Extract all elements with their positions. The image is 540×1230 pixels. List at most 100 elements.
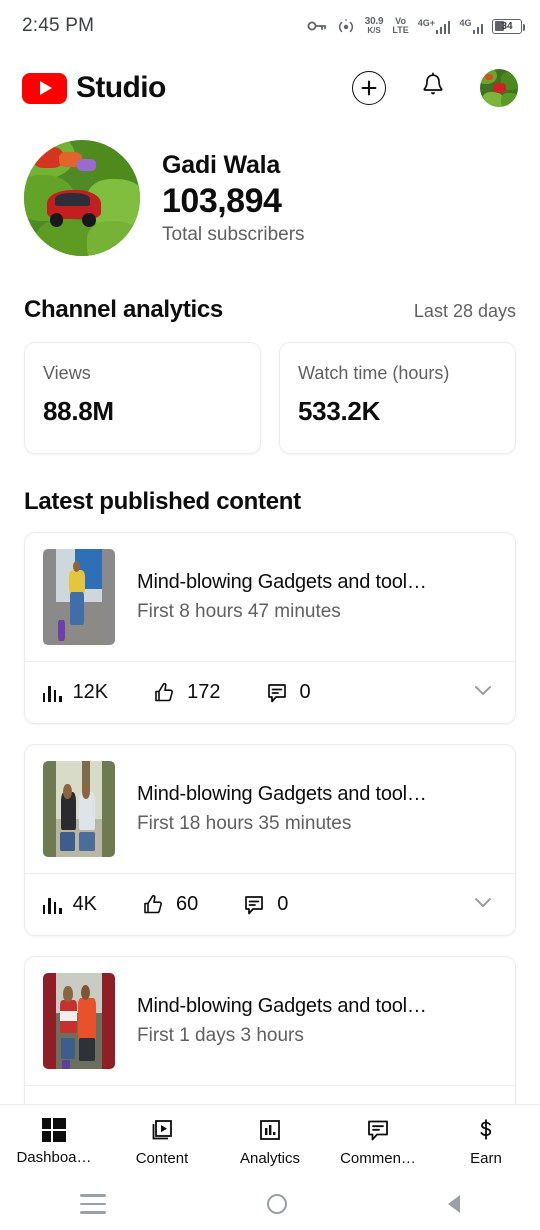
likes-count: 60 bbox=[176, 893, 199, 915]
nav-label: Content bbox=[135, 1149, 189, 1167]
analytics-title: Channel analytics bbox=[24, 296, 223, 323]
metric-label: Views bbox=[43, 363, 91, 383]
stat-views: 12K bbox=[43, 681, 108, 704]
battery-level: 34 bbox=[501, 20, 513, 32]
video-stats-row: 12K 172 0 bbox=[25, 661, 515, 723]
app-bar-actions bbox=[352, 69, 518, 107]
recents-icon[interactable] bbox=[80, 1194, 107, 1214]
nav-item-dashboard[interactable]: Dashboa… bbox=[0, 1117, 108, 1166]
video-stats-row: 4K 60 0 bbox=[25, 873, 515, 935]
video-text: Mind-blowing Gadgets and tool… First 1 d… bbox=[137, 995, 497, 1047]
video-subtitle: First 1 days 3 hours bbox=[137, 1025, 304, 1046]
nav-label: Dashboa… bbox=[16, 1148, 92, 1166]
chevron-down-icon[interactable] bbox=[469, 676, 497, 709]
dashboard-grid-icon bbox=[42, 1117, 66, 1142]
nav-item-earn[interactable]: Earn bbox=[432, 1117, 540, 1167]
video-content-icon bbox=[152, 1119, 172, 1139]
brand-label: Studio bbox=[76, 71, 166, 104]
back-triangle-icon[interactable] bbox=[447, 1195, 460, 1213]
comment-icon bbox=[267, 683, 286, 702]
hotspot-icon bbox=[336, 18, 356, 34]
network-type-2: 4G bbox=[459, 17, 472, 28]
channel-avatar-art bbox=[24, 140, 140, 256]
avatar-art bbox=[480, 69, 518, 107]
video-thumbnail[interactable] bbox=[43, 973, 115, 1069]
data-speed-icon: 30.9 K/S bbox=[365, 17, 384, 35]
nav-label: Commen… bbox=[340, 1149, 416, 1167]
nav-label: Analytics bbox=[239, 1149, 301, 1167]
signal-icon-secondary: 4G bbox=[459, 17, 483, 34]
video-thumbnail[interactable] bbox=[43, 549, 115, 645]
video-card-main[interactable]: Mind-blowing Gadgets and tool… First 18 … bbox=[25, 745, 515, 873]
analytics-bar-icon bbox=[260, 1119, 280, 1140]
youtube-logo-icon bbox=[22, 72, 67, 104]
video-text: Mind-blowing Gadgets and tool… First 8 h… bbox=[137, 571, 497, 623]
home-circle-icon[interactable] bbox=[266, 1194, 287, 1214]
nav-item-analytics[interactable]: Analytics bbox=[216, 1117, 324, 1167]
channel-avatar[interactable] bbox=[24, 140, 140, 256]
video-title: Mind-blowing Gadgets and tool… bbox=[137, 995, 427, 1017]
studio-brand[interactable]: Studio bbox=[22, 71, 166, 105]
bar-chart-icon bbox=[43, 683, 62, 702]
network-type-1: 4G+ bbox=[417, 17, 435, 28]
analytics-metrics: Views 88.8M Watch time (hours) 533.2K bbox=[0, 324, 540, 454]
video-text: Mind-blowing Gadgets and tool… First 18 … bbox=[137, 783, 497, 835]
signal-bars bbox=[472, 21, 483, 34]
metric-label: Watch time (hours) bbox=[298, 363, 450, 383]
stat-comments: 0 bbox=[265, 681, 311, 705]
volte-icon: Vo LTE bbox=[392, 16, 409, 36]
signal-icon-primary: 4G+ bbox=[417, 17, 451, 34]
bell-icon[interactable] bbox=[420, 72, 446, 105]
stat-likes: 60 bbox=[141, 893, 198, 917]
channel-name: Gadi Wala bbox=[162, 150, 281, 179]
dollar-icon bbox=[480, 1118, 492, 1140]
comments-count: 0 bbox=[277, 893, 289, 915]
views-count: 12K bbox=[72, 681, 109, 703]
metric-card-watch-time[interactable]: Watch time (hours) 533.2K bbox=[279, 342, 516, 454]
video-subtitle: First 8 hours 47 minutes bbox=[137, 601, 341, 622]
status-bar: 2:45 PM 30.9 K/S Vo LTE 4G+ 4G 34 bbox=[0, 0, 540, 52]
metric-card-views[interactable]: Views 88.8M bbox=[24, 342, 261, 454]
video-card-main[interactable]: Mind-blowing Gadgets and tool… First 1 d… bbox=[25, 957, 515, 1085]
metric-value: 88.8M bbox=[43, 396, 114, 426]
comment-icon bbox=[245, 895, 264, 914]
video-card-main[interactable]: Mind-blowing Gadgets and tool… First 8 h… bbox=[25, 533, 515, 661]
video-card-list: Mind-blowing Gadgets and tool… First 8 h… bbox=[0, 516, 540, 1148]
nav-label: Earn bbox=[470, 1149, 502, 1167]
bottom-navigation: Dashboa… Content Analytics Commen… Earn bbox=[0, 1104, 540, 1178]
vpn-key-icon bbox=[307, 19, 327, 33]
latest-content-title: Latest published content bbox=[24, 488, 301, 515]
subscriber-count: 103,894 bbox=[162, 181, 282, 220]
plus-circle-icon[interactable] bbox=[352, 71, 386, 105]
nav-item-comments[interactable]: Commen… bbox=[324, 1117, 432, 1167]
thumbs-up-icon bbox=[155, 682, 174, 701]
thumbnail-art bbox=[56, 973, 102, 1069]
account-avatar[interactable] bbox=[480, 69, 518, 107]
video-card[interactable]: Mind-blowing Gadgets and tool… First 18 … bbox=[24, 744, 516, 936]
video-card[interactable]: Mind-blowing Gadgets and tool… First 8 h… bbox=[24, 532, 516, 724]
app-bar: Studio bbox=[0, 52, 540, 124]
comment-icon bbox=[368, 1120, 388, 1140]
nav-item-content[interactable]: Content bbox=[108, 1117, 216, 1167]
stat-likes: 172 bbox=[152, 681, 221, 705]
latest-content-header: Latest published content bbox=[0, 454, 540, 516]
channel-text: Gadi Wala 103,894 Total subscribers bbox=[162, 151, 305, 246]
video-title: Mind-blowing Gadgets and tool… bbox=[137, 571, 427, 593]
video-thumbnail[interactable] bbox=[43, 761, 115, 857]
volte-bottom: LTE bbox=[392, 25, 409, 35]
video-title: Mind-blowing Gadgets and tool… bbox=[137, 783, 427, 805]
data-speed-unit: K/S bbox=[367, 26, 381, 35]
status-time: 2:45 PM bbox=[22, 15, 95, 36]
stat-comments: 0 bbox=[242, 893, 288, 917]
system-navigation-bar bbox=[0, 1178, 540, 1230]
thumbnail-art bbox=[56, 761, 102, 857]
stat-views: 4K bbox=[43, 893, 97, 916]
subscriber-label: Total subscribers bbox=[162, 223, 305, 245]
likes-count: 172 bbox=[187, 681, 221, 703]
chevron-down-icon[interactable] bbox=[469, 888, 497, 921]
thumbnail-art bbox=[56, 549, 102, 645]
comments-count: 0 bbox=[299, 681, 311, 703]
channel-summary[interactable]: Gadi Wala 103,894 Total subscribers bbox=[0, 124, 540, 262]
signal-bars bbox=[435, 20, 451, 34]
metric-value: 533.2K bbox=[298, 396, 381, 426]
